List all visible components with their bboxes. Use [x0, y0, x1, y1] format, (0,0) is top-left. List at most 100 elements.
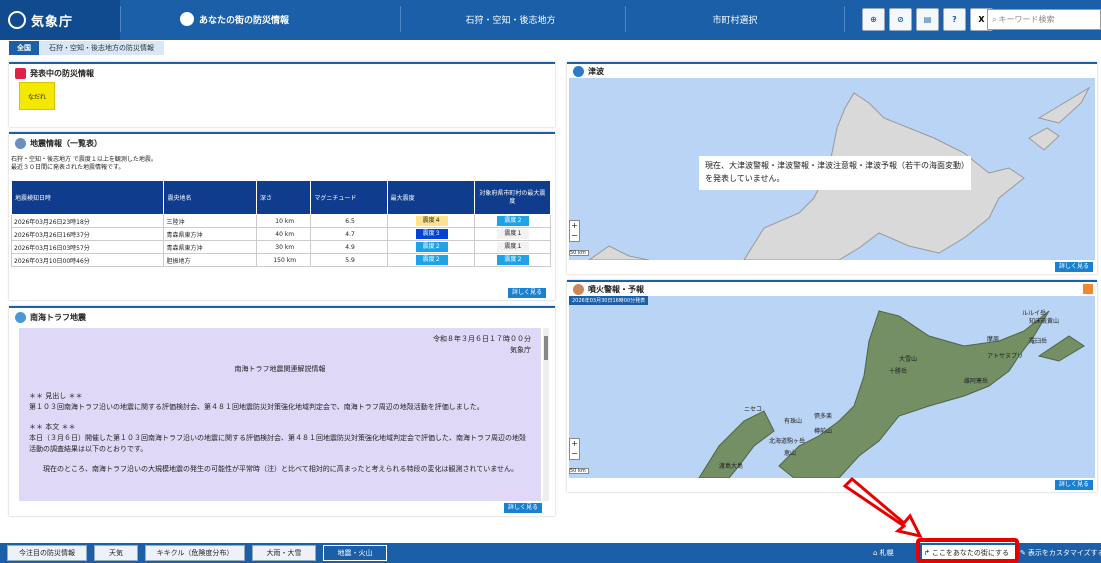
nankai-header: 南海トラフ地震 [9, 308, 555, 326]
tsunami-zoom-control[interactable]: + − [569, 220, 580, 242]
zoom-in-button[interactable]: + [570, 439, 579, 449]
warnings-title: 発表中の防災情報 [30, 68, 94, 78]
col-local: 対象府県市町村の最大震度 [473, 180, 552, 215]
annotation-arrow [842, 476, 923, 539]
table-row[interactable]: 2026年03月26日23時18分 三陸沖 10 km 6.5 震度４ 震度２ [10, 214, 552, 228]
search-placeholder: キーワード検索 [998, 15, 1055, 24]
cell-place: 青森県東方沖 [163, 227, 257, 241]
legend-toggle-icon[interactable] [1083, 284, 1093, 294]
cell-place: 三陸沖 [163, 214, 257, 228]
nankai-p4: 本日（３月６日）開催した第１０３回南海トラフ沿いの地震に関する評価検討会、第４８… [29, 434, 526, 453]
nankai-more-button[interactable]: 詳しく見る [504, 503, 543, 513]
nankai-heading: 南海トラフ地震関連解説情報 [234, 365, 326, 373]
nav-local-info[interactable]: あなたの街の防災情報 [120, 6, 348, 32]
nav-region[interactable]: 石狩・空知・後志地方 [400, 6, 620, 32]
volcano-panel: 噴火警報・予報 2026年03月30日16時00分発表 ルルイ岳 知床硫黄山 羅… [567, 280, 1097, 492]
quake-more-button[interactable]: 詳しく見る [508, 288, 547, 298]
table-row[interactable]: 2026年03月16日03時57分 青森県東方沖 30 km 4.9 震度２ 震… [10, 240, 552, 254]
nav-city-label: 市町村選択 [712, 15, 758, 26]
nankai-org: 気象庁 [510, 346, 531, 354]
cell-mag: 4.9 [310, 240, 388, 254]
quake-table: 地震検知日時 震央地名 深さ マグニチュード 最大震度 対象府県市町村の最大震度… [10, 180, 552, 267]
tsunami-panel: 津波 現在、大津波警報・津波警報・津波注意報・津波予報（若干の海面変動）を発表し… [567, 62, 1097, 274]
tsunami-map[interactable]: 現在、大津波警報・津波警報・津波注意報・津波予報（若干の海面変動）を発表していま… [569, 78, 1095, 260]
table-row[interactable]: 2026年03月10日00時46分 胆振地方 150 km 5.9 震度２ 震度… [10, 253, 552, 267]
home-city-label: 札幌 [879, 549, 894, 557]
col-mag: マグニチュード [310, 180, 388, 215]
scrollbar-thumb[interactable] [544, 336, 548, 360]
nankai-text-box[interactable]: 令和８年３月６日１７時００分 気象庁 南海トラフ地震関連解説情報 ＊＊ 見出し … [19, 328, 541, 501]
quake-panel: 地震情報（一覧表） 石狩・空知・後志地方 で震度１以上を観測した地震。 最近３０… [9, 132, 555, 300]
volcano-zoom-control[interactable]: + − [569, 438, 580, 460]
home-city[interactable]: ⌂ 札幌 [873, 545, 893, 561]
volcano-label: 渡島大島 [719, 463, 744, 470]
volcano-label: 羅臼岳 [1029, 338, 1048, 345]
zoom-button[interactable]: ⊘ [889, 8, 912, 31]
volcano-label: 雌阿寒岳 [964, 378, 989, 385]
avalanche-label: なだれ [27, 93, 46, 101]
volcano-more-button[interactable]: 詳しく見る [1055, 480, 1094, 490]
volcano-label: 知床硫黄山 [1029, 318, 1060, 325]
breadcrumb-current: 石狩・空知・後志地方の防災情報 [39, 41, 164, 55]
magnifier-icon: ⊘ [897, 15, 904, 24]
search-input[interactable]: ⌕ キーワード検索 [987, 9, 1101, 30]
volcano-header: 噴火警報・予報 [567, 282, 1097, 296]
top-bar: 気象庁 あなたの街の防災情報 石狩・空知・後志地方 市町村選択 ⊕ ⊘ ▤ ? … [0, 0, 1101, 40]
cell-max: 震度２ [386, 253, 475, 267]
cell-time: 2026年03月16日03時57分 [10, 240, 165, 254]
tab-rain-snow[interactable]: 大雨・大雪 [252, 545, 316, 561]
help-button[interactable]: ? [943, 8, 966, 31]
table-row[interactable]: 2026年03月26日16時37分 青森県東方沖 40 km 4.7 震度３ 震… [10, 227, 552, 241]
nav-local-label: あなたの街の防災情報 [198, 15, 289, 26]
zoom-in-button[interactable]: + [570, 221, 579, 231]
customize-button[interactable]: ✎ 表示をカスタマイズする [1020, 545, 1101, 561]
volcano-label: アトサヌプリ [987, 353, 1024, 360]
intensity-badge: 震度２ [415, 255, 448, 265]
avalanche-warning-badge[interactable]: なだれ [19, 82, 55, 110]
intensity-badge: 震度１ [497, 242, 530, 252]
cell-depth: 30 km [255, 240, 312, 254]
breadcrumb: 全国 石狩・空知・後志地方の防災情報 [9, 41, 164, 55]
zoom-out-button[interactable]: − [570, 231, 579, 241]
nav-city-select[interactable]: 市町村選択 [625, 6, 845, 32]
scale-bar: 50 km [569, 468, 589, 474]
tab-quake-volcano[interactable]: 地震・火山 [323, 545, 387, 561]
col-max: 最大震度 [386, 180, 475, 215]
tsunami-title: 津波 [588, 66, 604, 76]
intensity-badge: 震度４ [415, 216, 448, 226]
home-icon: ⌂ [873, 549, 878, 557]
nav-region-label: 石狩・空知・後志地方 [465, 15, 556, 26]
highlight-box [916, 538, 1019, 563]
scale-bar: 50 km [569, 250, 589, 256]
tab-featured[interactable]: 今注目の防災情報 [7, 545, 87, 561]
search-icon: ⌕ [992, 14, 997, 24]
tsunami-header: 津波 [567, 64, 1097, 78]
intensity-badge: 震度３ [415, 229, 448, 239]
intensity-badge: 震度２ [415, 242, 448, 252]
cell-place: 胆振地方 [163, 253, 257, 267]
volcano-label: 倶多楽 [814, 413, 833, 420]
nankai-scrollbar[interactable] [543, 328, 549, 501]
pin-icon: ✎ [1020, 549, 1026, 557]
gps-button[interactable]: ⊕ [862, 8, 885, 31]
volcano-title: 噴火警報・予報 [588, 284, 644, 294]
tab-weather[interactable]: 天気 [94, 545, 138, 561]
volcano-map-land [698, 310, 1085, 478]
tsunami-more-button[interactable]: 詳しく見る [1055, 262, 1094, 272]
tab-kikikuru[interactable]: キキクル（危険度分布） [145, 545, 245, 561]
volcano-label: 十勝岳 [889, 368, 908, 375]
zoom-out-button[interactable]: − [570, 449, 579, 459]
volcano-map[interactable]: 2026年03月30日16時00分発表 ルルイ岳 知床硫黄山 羅臼岳 摩周 アト… [569, 296, 1095, 478]
cell-max: 震度４ [386, 214, 475, 228]
jma-logo[interactable]: 気象庁 [0, 0, 120, 40]
warning-icon [15, 67, 26, 79]
quake-desc: 石狩・空知・後志地方 で震度１以上を観測した地震。 最近３０日間に発表された地震… [9, 156, 555, 172]
breadcrumb-home[interactable]: 全国 [9, 41, 39, 55]
cell-depth: 150 km [255, 253, 312, 267]
col-time: 地震検知日時 [10, 180, 165, 215]
cell-time: 2026年03月10日00時46分 [10, 253, 165, 267]
printer-icon: ▤ [923, 15, 932, 24]
print-button[interactable]: ▤ [916, 8, 939, 31]
quake-title: 地震情報（一覧表） [30, 138, 102, 148]
logo-text: 気象庁 [31, 14, 74, 30]
